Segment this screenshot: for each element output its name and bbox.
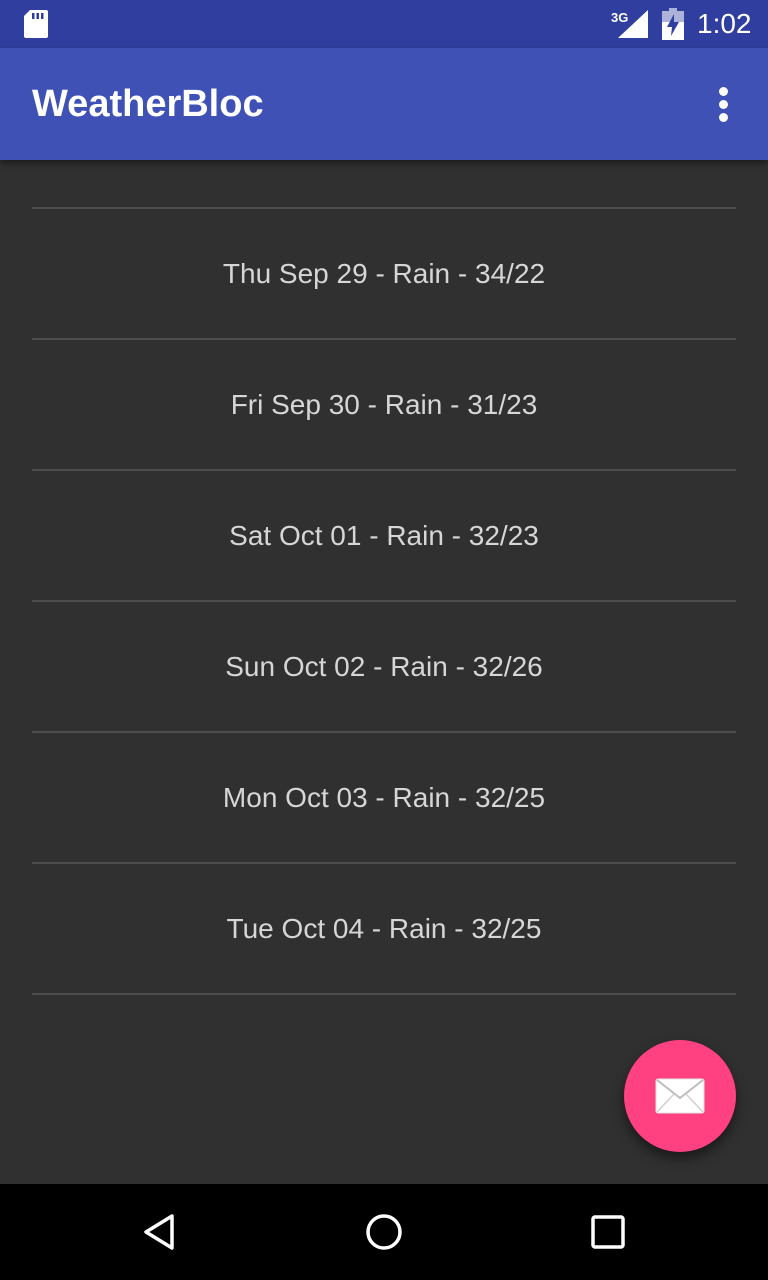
mail-icon: [655, 1078, 705, 1114]
list-item[interactable]: Sat Oct 01 - Rain - 32/23: [32, 471, 736, 602]
back-icon[interactable]: [136, 1208, 184, 1256]
clock: 1:02: [697, 8, 752, 39]
list-item[interactable]: Mon Oct 03 - Rain - 32/25: [32, 733, 736, 864]
battery-charging-icon: [662, 8, 684, 40]
app-title: WeatherBloc: [32, 83, 264, 125]
signal-icon: [618, 10, 648, 38]
forecast-label: Mon Oct 03 - Rain - 32/25: [222, 781, 546, 813]
status-bar: 3G 1:02: [0, 0, 768, 48]
forecast-label: Sat Oct 01 - Rain - 32/23: [229, 519, 539, 551]
home-icon[interactable]: [360, 1208, 408, 1256]
forecast-list[interactable]: Thu Sep 29 - Rain - 34/22 Fri Sep 30 - R…: [32, 78, 736, 995]
forecast-label: Thu Sep 29 - Rain - 34/22: [222, 257, 546, 289]
sd-card-icon: [24, 10, 48, 38]
forecast-label: Tue Oct 04 - Rain - 32/25: [226, 912, 542, 944]
list-item[interactable]: Fri Sep 30 - Rain - 31/23: [32, 340, 736, 471]
weather-screen: 3G 1:02 WeatherBloc Thu Sep 29 - Rain - …: [0, 0, 768, 1280]
forecast-label: Sun Oct 02 - Rain - 32/26: [225, 650, 543, 682]
more-vert-icon-dot: [719, 100, 728, 109]
recents-icon[interactable]: [584, 1208, 632, 1256]
send-mail-fab[interactable]: [624, 1040, 736, 1152]
system-nav-bar: [0, 1184, 768, 1280]
more-vert-icon: [719, 87, 728, 96]
forecast-label: Fri Sep 30 - Rain - 31/23: [230, 388, 538, 420]
app-bar: WeatherBloc: [0, 48, 768, 160]
more-options-button[interactable]: [700, 80, 748, 128]
more-vert-icon-dot: [719, 113, 728, 122]
list-item[interactable]: Sun Oct 02 - Rain - 32/26: [32, 602, 736, 733]
list-item[interactable]: Tue Oct 04 - Rain - 32/25: [32, 864, 736, 995]
list-item[interactable]: Thu Sep 29 - Rain - 34/22: [32, 209, 736, 340]
